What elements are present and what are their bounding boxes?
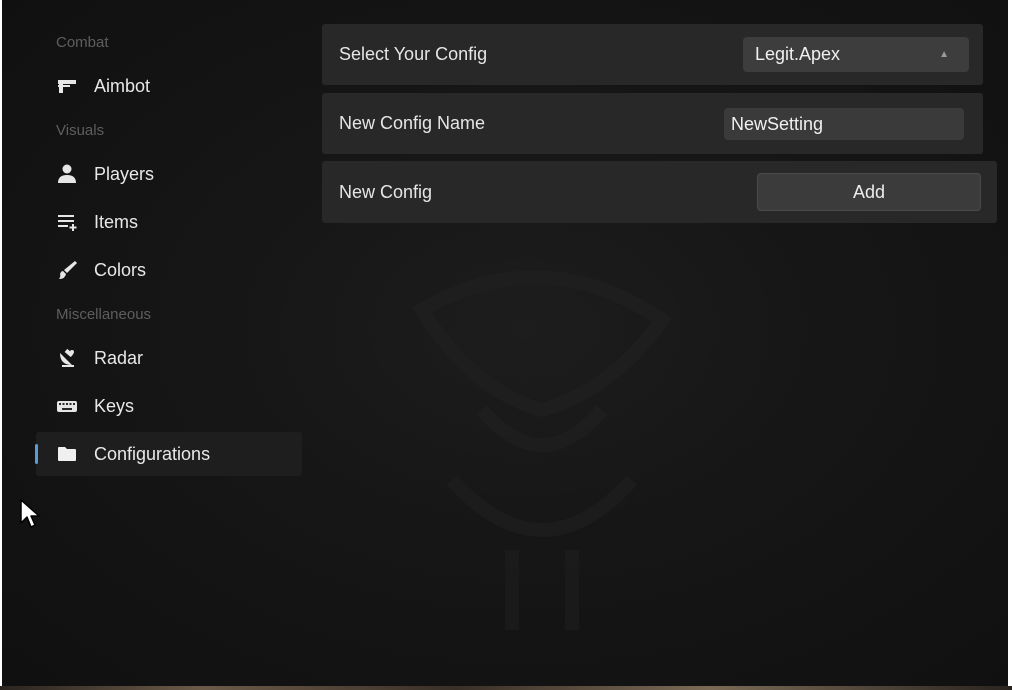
new-config-label: New Config [339, 181, 433, 202]
gun-icon [56, 75, 78, 97]
section-title-misc: Miscellaneous [56, 306, 152, 323]
sidebar-item-colors[interactable]: Colors [36, 248, 302, 292]
select-config-row: Select Your Config Legit.Apex ▲ [322, 24, 983, 85]
sidebar-item-aimbot[interactable]: Aimbot [36, 64, 302, 108]
sidebar-item-label: Keys [94, 395, 135, 416]
sidebar-item-label: Configurations [94, 443, 211, 464]
section-title-visuals: Visuals [56, 122, 105, 139]
add-config-button[interactable]: Add [757, 173, 981, 211]
config-dropdown[interactable]: Legit.Apex ▲ [743, 37, 969, 72]
sidebar-item-label: Colors [94, 259, 147, 280]
sidebar-item-configurations[interactable]: Configurations [35, 432, 302, 476]
select-config-label: Select Your Config [339, 44, 488, 64]
sidebar-item-players[interactable]: Players [36, 152, 302, 196]
sidebar: Combat Aimbot Visuals Players Items Colo… [35, 24, 302, 480]
keyboard-icon [56, 395, 78, 417]
chevron-up-icon: ▲ [939, 49, 949, 60]
section-title-combat: Combat [56, 34, 109, 51]
sidebar-item-label: Items [94, 211, 139, 232]
config-panel: Select Your Config Legit.Apex ▲ New Conf… [322, 24, 998, 223]
list-add-icon [56, 211, 78, 233]
screen-frame: Combat Aimbot Visuals Players Items Colo… [0, 0, 1012, 690]
background-artwork [412, 270, 672, 630]
new-config-row: New Config Add [322, 161, 997, 223]
background-strip [0, 686, 1012, 690]
new-config-name-label: New Config Name [339, 113, 486, 133]
brush-icon [56, 259, 78, 281]
sidebar-item-label: Players [94, 163, 155, 184]
person-icon [56, 163, 78, 185]
app-window: Combat Aimbot Visuals Players Items Colo… [2, 0, 1008, 686]
config-name-input[interactable] [724, 108, 964, 140]
sidebar-item-radar[interactable]: Radar [36, 336, 302, 380]
satellite-icon [56, 347, 78, 369]
new-config-name-row: New Config Name [322, 93, 983, 154]
sidebar-item-items[interactable]: Items [36, 200, 302, 244]
sidebar-item-label: Aimbot [94, 75, 151, 96]
sidebar-item-label: Radar [94, 347, 144, 368]
sidebar-item-keys[interactable]: Keys [36, 384, 302, 428]
mouse-cursor-icon [20, 499, 40, 528]
config-dropdown-value: Legit.Apex [755, 44, 841, 64]
folder-icon [56, 443, 78, 465]
